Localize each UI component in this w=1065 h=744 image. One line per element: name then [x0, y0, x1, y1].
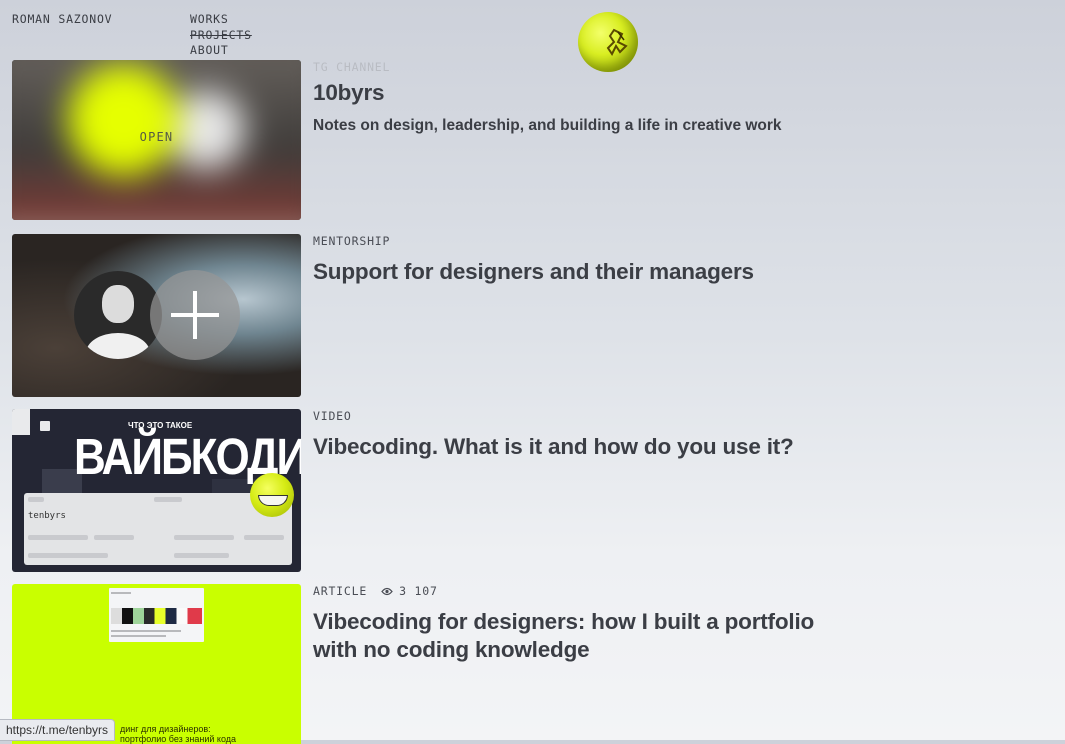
nav-works[interactable]: WORKS [190, 12, 252, 28]
item-tag-label: ARTICLE [313, 584, 368, 598]
tg-channel-thumbnail[interactable]: OPEN [12, 60, 301, 220]
main-nav: WORKS PROJECTS ABOUT [190, 12, 252, 59]
thumb-panel-name: tenbyrs [28, 511, 66, 521]
item-tag: ARTICLE 3 107 [313, 584, 814, 598]
item-title[interactable]: Vibecoding for designers: how I built a … [313, 608, 814, 664]
item-title[interactable]: Support for designers and their managers [313, 258, 754, 286]
item-subtitle: Notes on design, leadership, and buildin… [313, 117, 782, 134]
thumb-caption: динг для дизайнеров: портфолио без знани… [120, 724, 237, 744]
item-tag: MENTORSHIP [313, 234, 391, 248]
video-thumbnail[interactable]: ЧТО ЭТО ТАКОЕ ВАЙБКОДИНГ tenbyrs [12, 409, 301, 572]
checkbox-icon [40, 421, 50, 431]
open-overlay-label[interactable]: OPEN [12, 130, 301, 144]
avatar [74, 271, 162, 359]
item-tag: TG CHANNEL [313, 60, 391, 74]
eye-icon [381, 587, 393, 595]
view-count-value: 3 107 [399, 584, 438, 598]
nav-projects[interactable]: PROJECTS [190, 28, 252, 44]
nav-about[interactable]: ABOUT [190, 43, 252, 59]
smiley-ball-icon [250, 473, 294, 517]
view-count: 3 107 [381, 584, 438, 598]
status-url-tooltip: https://t.me/tenbyrs [0, 719, 116, 741]
portfolio-screenshot [109, 588, 204, 642]
item-tag: VIDEO [313, 409, 352, 423]
item-title[interactable]: 10byrs [313, 79, 782, 107]
site-brand[interactable]: ROMAN SAZONOV [12, 12, 112, 26]
item-title[interactable]: Vibecoding. What is it and how do you us… [313, 433, 794, 461]
plus-icon [150, 270, 240, 360]
mentorship-thumbnail[interactable] [12, 234, 301, 397]
